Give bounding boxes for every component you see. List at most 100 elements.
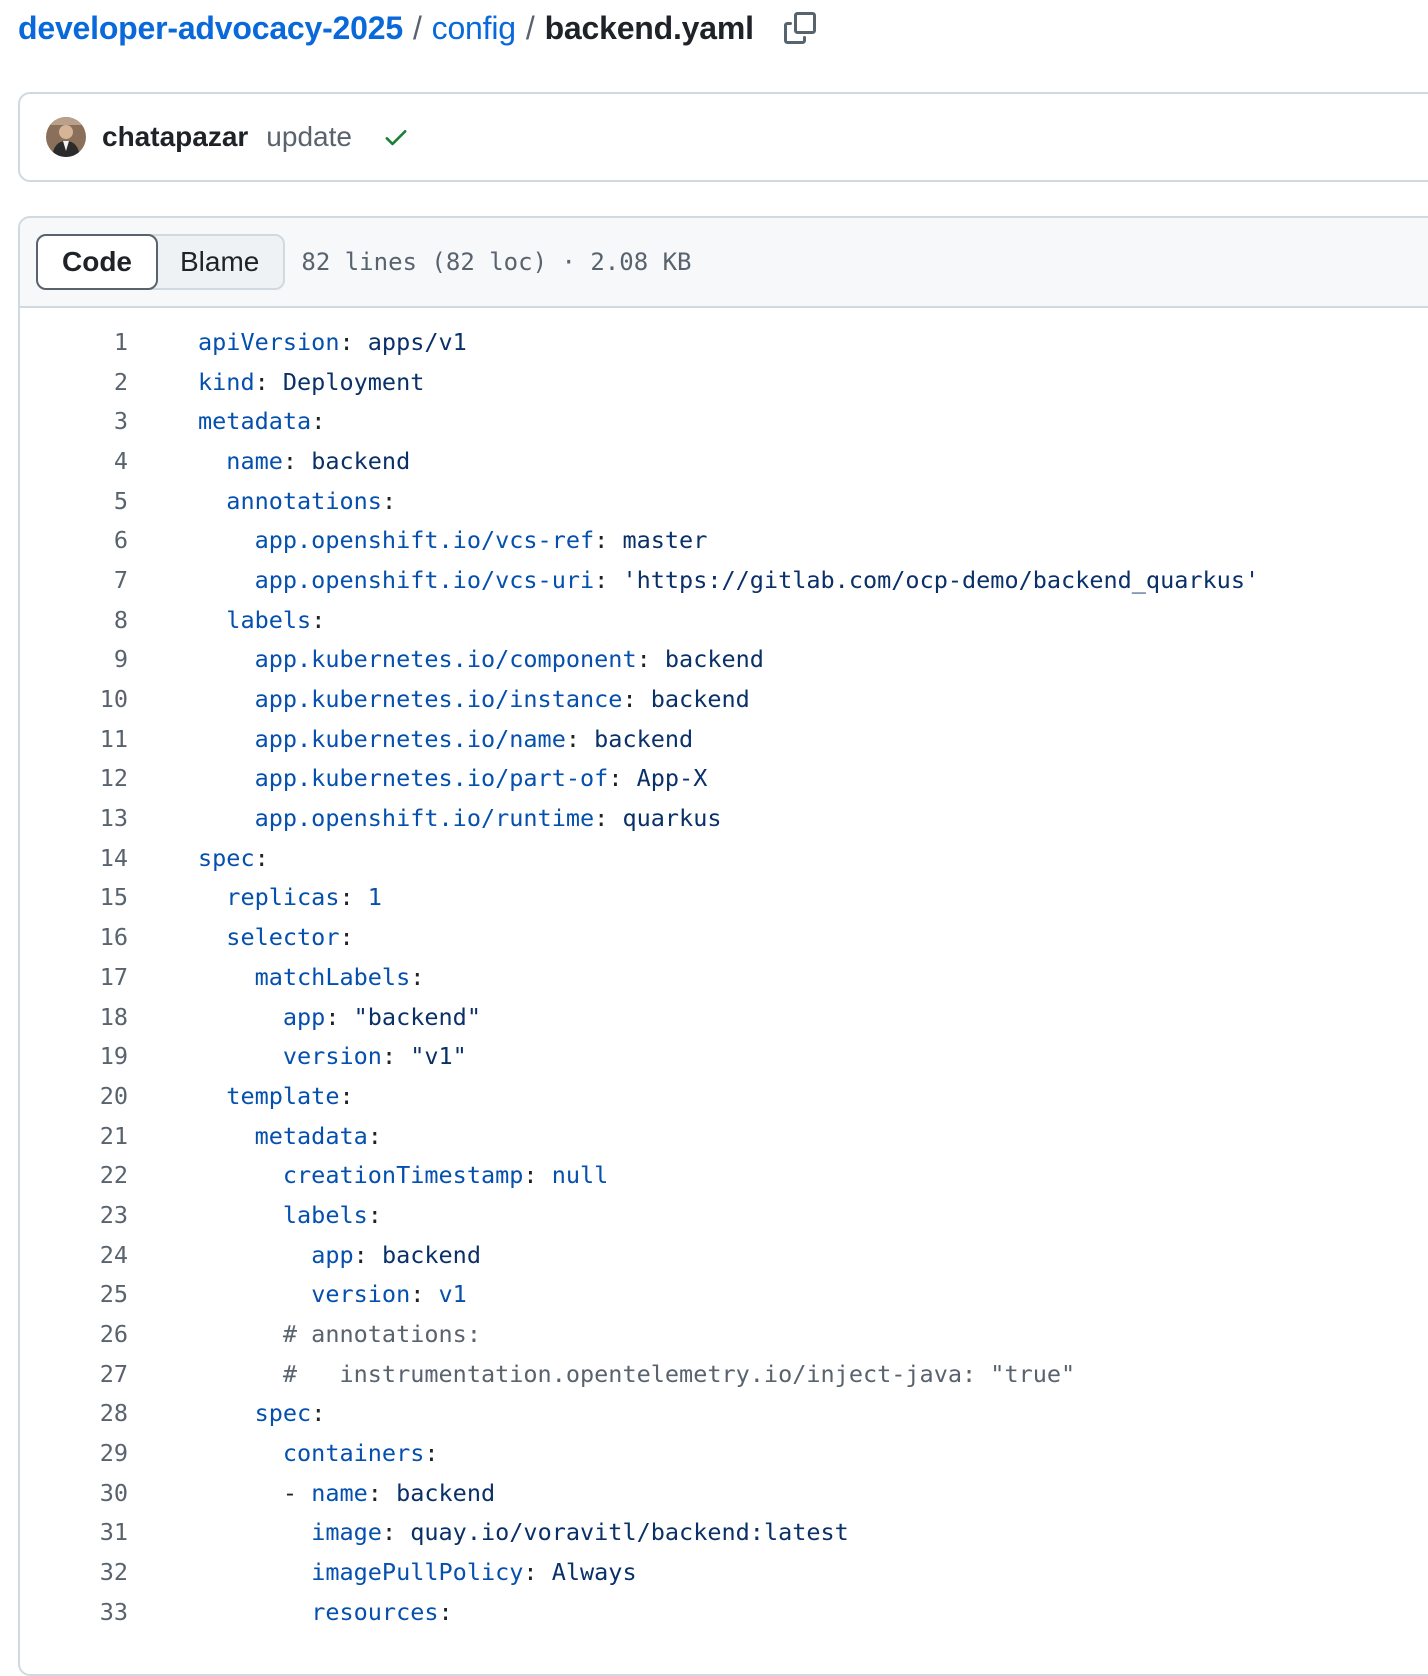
line-source: labels: xyxy=(128,1201,382,1229)
line-number[interactable]: 18 xyxy=(20,1003,128,1031)
check-success-icon[interactable] xyxy=(382,122,412,152)
line-number[interactable]: 6 xyxy=(20,526,128,554)
line-number[interactable]: 3 xyxy=(20,407,128,435)
code-colon: : xyxy=(282,446,312,475)
code-line: 15 replicas: 1 xyxy=(20,878,1428,918)
code-colon: : xyxy=(381,1518,411,1547)
code-colon: : xyxy=(339,1081,354,1110)
code-line: 31 image: quay.io/voravitl/backend:lates… xyxy=(20,1513,1428,1553)
code-value: backend xyxy=(650,685,750,714)
line-number[interactable]: 20 xyxy=(20,1082,128,1110)
code-colon: : xyxy=(339,327,368,356)
tab-blame[interactable]: Blame xyxy=(156,236,283,288)
code-key: imagePullPolicy xyxy=(311,1558,524,1587)
code-value: 1 xyxy=(367,883,382,912)
line-number[interactable]: 16 xyxy=(20,923,128,951)
line-number[interactable]: 31 xyxy=(20,1518,128,1546)
line-source: spec: xyxy=(128,844,269,872)
breadcrumb-repo-link[interactable]: developer-advocacy-2025 xyxy=(18,10,403,47)
code-value: backend xyxy=(381,1240,481,1269)
line-number[interactable]: 29 xyxy=(20,1439,128,1467)
avatar[interactable] xyxy=(46,117,86,157)
code-key: version xyxy=(311,1280,411,1309)
line-source: kind: Deployment xyxy=(128,368,424,396)
code-colon: : xyxy=(608,764,637,793)
code-line: 29 containers: xyxy=(20,1433,1428,1473)
code-key: matchLabels xyxy=(254,962,411,991)
code-view[interactable]: 1 apiVersion: apps/v1 2 kind: Deployment 3 me… xyxy=(20,308,1428,1632)
code-key: containers xyxy=(282,1439,425,1468)
line-number[interactable]: 5 xyxy=(20,487,128,515)
line-number[interactable]: 21 xyxy=(20,1122,128,1150)
code-colon: : xyxy=(523,1161,552,1190)
line-number[interactable]: 9 xyxy=(20,645,128,673)
line-number[interactable]: 17 xyxy=(20,963,128,991)
tab-code[interactable]: Code xyxy=(36,234,158,290)
code-line: 33 resources: xyxy=(20,1592,1428,1632)
code-key: template xyxy=(226,1081,340,1110)
line-number[interactable]: 1 xyxy=(20,328,128,356)
code-value: backend xyxy=(311,446,411,475)
code-value: null xyxy=(551,1161,609,1190)
line-number[interactable]: 27 xyxy=(20,1360,128,1388)
code-key: replicas xyxy=(226,883,340,912)
code-colon: : xyxy=(438,1597,453,1626)
line-number[interactable]: 12 xyxy=(20,764,128,792)
code-key: app.kubernetes.io/component xyxy=(254,645,637,674)
code-key: labels xyxy=(226,605,312,634)
line-number[interactable]: 33 xyxy=(20,1598,128,1626)
breadcrumb-separator: / xyxy=(412,9,422,46)
line-number[interactable]: 4 xyxy=(20,447,128,475)
code-value: quarkus xyxy=(622,804,722,833)
line-number[interactable]: 14 xyxy=(20,844,128,872)
line-number[interactable]: 26 xyxy=(20,1320,128,1348)
code-line: 21 metadata: xyxy=(20,1116,1428,1156)
code-comment: # annotations: xyxy=(282,1320,481,1349)
line-number[interactable]: 10 xyxy=(20,685,128,713)
line-number[interactable]: 8 xyxy=(20,606,128,634)
line-number[interactable]: 13 xyxy=(20,804,128,832)
breadcrumb-folder-link[interactable]: config xyxy=(432,10,516,47)
line-source: version: v1 xyxy=(128,1280,467,1308)
line-number[interactable]: 24 xyxy=(20,1241,128,1269)
code-line: 8 labels: xyxy=(20,600,1428,640)
code-line: 27 # instrumentation.opentelemetry.io/in… xyxy=(20,1354,1428,1394)
code-colon: : xyxy=(254,367,283,396)
line-source: resources: xyxy=(128,1598,453,1626)
line-number[interactable]: 30 xyxy=(20,1479,128,1507)
line-number[interactable]: 25 xyxy=(20,1280,128,1308)
code-colon: : xyxy=(523,1558,552,1587)
code-line: 26 # annotations: xyxy=(20,1314,1428,1354)
line-number[interactable]: 15 xyxy=(20,883,128,911)
line-source: app.kubernetes.io/part-of: App-X xyxy=(128,764,708,793)
file-viewer: Code Blame 82 lines (82 loc) · 2.08 KB 1… xyxy=(18,216,1428,1676)
code-colon: : xyxy=(565,724,595,753)
code-colon: : xyxy=(339,923,354,952)
code-comment: # instrumentation.opentelemetry.io/injec… xyxy=(282,1359,1076,1388)
code-colon: : xyxy=(636,645,665,674)
line-source: app.kubernetes.io/name: backend xyxy=(128,724,694,753)
line-number[interactable]: 23 xyxy=(20,1201,128,1229)
code-line: 4 name: backend xyxy=(20,441,1428,481)
commit-message[interactable]: update xyxy=(266,121,352,153)
line-number[interactable]: 7 xyxy=(20,566,128,594)
line-number[interactable]: 22 xyxy=(20,1161,128,1189)
line-number[interactable]: 2 xyxy=(20,368,128,396)
line-source: matchLabels: xyxy=(128,962,425,991)
line-source: annotations: xyxy=(128,487,396,515)
code-line: 9 app.kubernetes.io/component: backend xyxy=(20,640,1428,680)
code-key: labels xyxy=(282,1200,368,1229)
code-value: "v1" xyxy=(410,1042,467,1071)
line-source: version: "v1" xyxy=(128,1042,467,1070)
code-colon: : xyxy=(594,526,623,555)
line-number[interactable]: 28 xyxy=(20,1399,128,1427)
code-value: v1 xyxy=(438,1280,467,1309)
code-line: 10 app.kubernetes.io/instance: backend xyxy=(20,679,1428,719)
line-number[interactable]: 19 xyxy=(20,1042,128,1070)
code-line: 24 app: backend xyxy=(20,1235,1428,1275)
code-key: app xyxy=(282,1002,326,1031)
line-number[interactable]: 32 xyxy=(20,1558,128,1586)
line-number[interactable]: 11 xyxy=(20,725,128,753)
copy-path-button[interactable] xyxy=(780,8,820,48)
commit-author[interactable]: chatapazar xyxy=(102,121,248,153)
